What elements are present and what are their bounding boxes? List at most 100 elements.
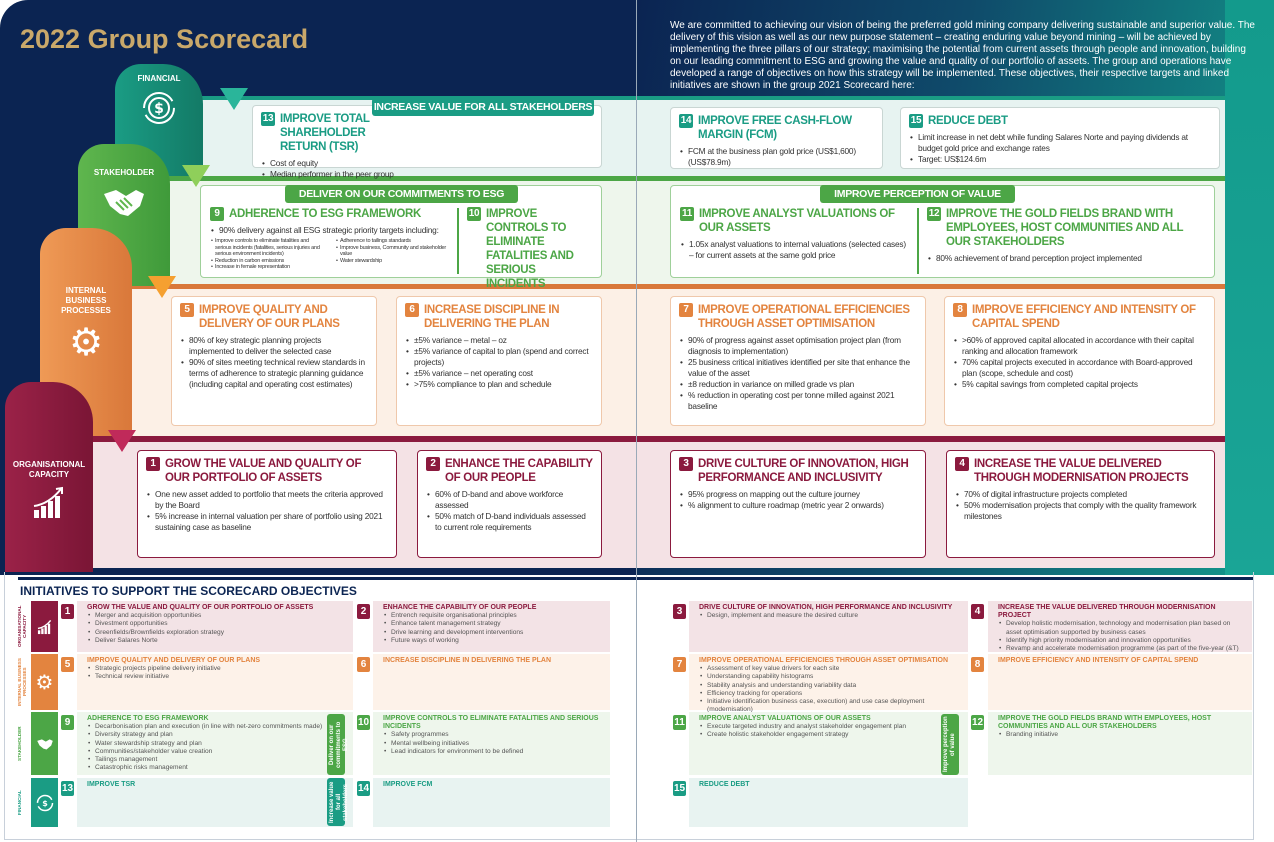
objective-number: 15 <box>909 114 923 128</box>
objective-title: Improve operational efficiencies through… <box>698 304 910 330</box>
initiative-item: Future ways of working <box>383 637 600 645</box>
initiative-item: Enhance talent management strategy <box>383 620 600 628</box>
target-list: 1.05x analyst valuations to internal val… <box>680 239 908 261</box>
objective-title: Increase discipline in delivering the pl… <box>424 304 560 330</box>
objective-number: 5 <box>180 303 194 317</box>
initiative-card: Increase discipline in delivering the pl… <box>373 654 610 710</box>
target-list: Limit increase in net debt while funding… <box>909 132 1211 165</box>
category-internal: ⚙ <box>31 654 58 710</box>
initiative-card: Increase the value delivered through mod… <box>988 601 1252 660</box>
initiative-item: Merger and acquisition opportunities <box>87 612 343 620</box>
initiative-title: Improve efficiency and intensity of capi… <box>998 657 1199 664</box>
objective-card-14: 14 Improve free cash-flow margin (FCM) FCM… <box>670 107 883 169</box>
initiative-title: Improve the Gold Fields brand with emplo… <box>998 715 1212 731</box>
pillar-label: FINANCIAL <box>137 74 181 83</box>
pillar-label: INTERNAL BUSINESS PROCESSES <box>61 286 111 315</box>
objective-number: 14 <box>679 114 693 128</box>
objective-heading: 2 Enhance the capability of our people <box>426 457 593 485</box>
initiative-number: 12 <box>971 715 984 730</box>
growth-chart-icon <box>33 486 63 518</box>
initiative-item: Water stewardship strategy and plan <box>87 740 329 748</box>
initiative-number: 14 <box>357 781 370 796</box>
initiatives-title: INITIATIVES TO SUPPORT THE SCORECARD OBJ… <box>20 584 357 598</box>
growth-chart-icon <box>37 619 51 634</box>
initiative-item: Divestment opportunities <box>87 620 343 628</box>
initiative-item: Execute targeted industry and analyst st… <box>699 723 944 731</box>
objective-title: Improve total shareholder return (TSR) <box>280 113 370 153</box>
target-list: 90% of progress against asset optimisati… <box>679 335 917 412</box>
initiative-item: Safety programmes <box>383 731 600 739</box>
target-item: ±5% variance – metal – oz <box>405 335 593 346</box>
initiative-number: 5 <box>61 657 74 672</box>
intro-paragraph: We are committed to achieving our vision… <box>670 20 1255 91</box>
sub-target-list: Improve controls to eliminate fatalities… <box>210 238 325 271</box>
initiative-title: Improve quality and delivery of our plan… <box>87 657 261 664</box>
initiative-number: 2 <box>357 604 370 619</box>
objective-heading: 6 Increase discipline in delivering the p… <box>405 303 593 331</box>
initiative-item: Identify high priority modernisation and… <box>998 637 1242 645</box>
objective-number: 6 <box>405 303 419 317</box>
pillar-label: ORGANISATIONAL CAPACITY <box>12 460 86 479</box>
initiative-title: Increase discipline in delivering the pl… <box>383 657 552 664</box>
initiative-item: Drive learning and development intervent… <box>383 629 600 637</box>
initiative-item: Diversity strategy and plan <box>87 731 329 739</box>
initiative-card: Improve operational efficiencies through… <box>689 654 968 713</box>
sub-target-list: Adherence to tailings standardsImprove b… <box>335 238 450 271</box>
objective-heading: 8 Improve efficiency and intensity of cap… <box>953 303 1206 331</box>
objective-number: 12 <box>927 207 941 221</box>
initiative-card: Improve efficiency and intensity of capi… <box>988 654 1252 710</box>
objective-heading: 4 Increase the value delivered through mo… <box>955 457 1206 485</box>
initiative-list: Execute targeted industry and analyst st… <box>699 723 944 740</box>
target-list: 60% of D-band and above workforce assess… <box>426 489 593 533</box>
initiative-card: Improve the Gold Fields brand with emplo… <box>988 712 1252 775</box>
initiative-item: Understanding capability histograms <box>699 673 958 681</box>
objective-card-4: 4 Increase the value delivered through mo… <box>946 450 1215 558</box>
target-item: >60% of approved capital allocated in ac… <box>953 335 1206 357</box>
target-list: 95% progress on mapping out the culture … <box>679 489 917 511</box>
objective-card-3: 3 Drive culture of innovation, high perfo… <box>670 450 926 558</box>
target-item: ±5% variance – net operating cost <box>405 368 593 379</box>
objective-card-1: 1 Grow the value and quality of our portf… <box>137 450 397 558</box>
target-item: ±8 reduction in variance on milled grade… <box>679 379 917 390</box>
initiative-number: 10 <box>357 715 370 730</box>
objective-card-6: 6 Increase discipline in delivering the p… <box>396 296 602 426</box>
objective-title: Improve free cash-flow margin (FCM) <box>698 115 852 141</box>
target-list: 90% delivery against all ESG strategic p… <box>210 225 450 236</box>
initiative-item: Design, implement and measure the desire… <box>699 612 958 620</box>
initiative-item: Strategic projects pipeline delivery ini… <box>87 665 343 673</box>
initiative-number: 8 <box>971 657 984 672</box>
target-item: One new asset added to portfolio that me… <box>146 489 388 511</box>
initiative-item: Greenfields/Brownfields exploration stra… <box>87 629 343 637</box>
objective-card-12: 12 Improve the Gold Fields brand with emp… <box>919 204 1213 276</box>
page-fold <box>636 0 637 842</box>
objective-heading: 9 Adherence to ESG framework <box>210 207 450 221</box>
target-item: >75% compliance to plan and schedule <box>405 379 593 390</box>
initiative-card: Improve FCM <box>373 778 610 827</box>
tag-increase-value: Increase value for all stakeholders <box>327 778 349 826</box>
sub-target-item: Improve business, Community and stakehol… <box>335 245 450 258</box>
target-item: 60% of D-band and above workforce assess… <box>426 489 593 511</box>
objective-number: 9 <box>210 207 224 221</box>
target-item: 50% match of D-band individuals assessed… <box>426 511 593 533</box>
sub-target-item: Increase in female representation <box>210 264 325 271</box>
category-organisational <box>31 601 58 652</box>
objective-title: Reduce debt <box>928 115 1008 127</box>
initiative-title: Reduce debt <box>699 781 750 788</box>
objective-title: Drive culture of innovation, high perfor… <box>698 458 909 484</box>
objective-title: Improve controls to eliminate fatalities… <box>486 208 574 290</box>
target-item: 50% modernisation projects that comply w… <box>955 500 1206 522</box>
initiative-item: Entrench requisite organisational princi… <box>383 612 600 620</box>
objective-title: Grow the value and quality of our portfo… <box>165 458 362 484</box>
target-list: ±5% variance – metal – oz±5% variance of… <box>405 335 593 390</box>
objective-number: 2 <box>426 457 440 471</box>
tag-perception: Improve perception of value <box>941 714 959 775</box>
objective-title: Improve analyst valuations of our assets <box>699 208 895 234</box>
objective-title: Enhance the capability of our people <box>445 458 593 484</box>
category-label: INTERNAL BUSINESS PROCESSES <box>17 658 27 706</box>
target-item: 5% increase in internal valuation per sh… <box>146 511 388 533</box>
target-item: 80% achievement of brand perception proj… <box>927 253 1205 264</box>
target-list: 80% of key strategic planning projects i… <box>180 335 368 390</box>
objective-title: Increase the value delivered through mod… <box>974 458 1189 484</box>
target-list: One new asset added to portfolio that me… <box>146 489 388 533</box>
initiative-card: Enhance the capability of our peopleEntr… <box>373 601 610 652</box>
